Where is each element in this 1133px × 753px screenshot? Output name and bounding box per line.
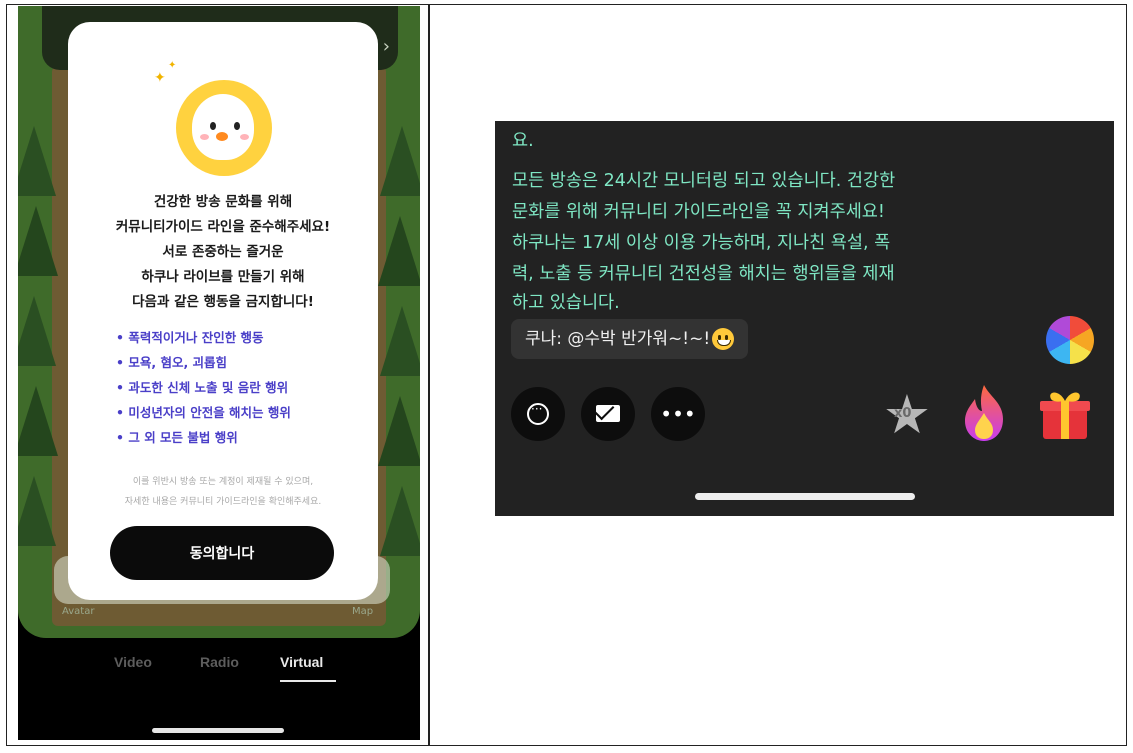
chat-button[interactable] <box>511 387 565 441</box>
notice-line: 모든 방송은 24시간 모니터링 되고 있습니다. 건강한 <box>512 171 896 191</box>
panel-divider <box>428 4 430 746</box>
grinning-emoji-icon <box>712 328 735 350</box>
tab-virtual[interactable]: Virtual <box>280 654 323 670</box>
chat-message-text: 쿠나: @수박 반가워~!~! <box>525 329 711 349</box>
chick-mascot-icon <box>176 80 272 176</box>
color-wheel-icon[interactable] <box>1046 316 1094 364</box>
tree-icon <box>18 126 56 196</box>
tree-icon <box>378 396 420 466</box>
modal-line: 커뮤니티가이드 라인을 준수해주세요! <box>115 219 331 235</box>
message-button[interactable] <box>581 387 635 441</box>
tree-icon <box>380 126 420 196</box>
tree-icon <box>18 206 58 276</box>
tab-video[interactable]: Video <box>114 654 152 670</box>
mail-icon <box>596 405 620 422</box>
rule-item: • 그 외 모든 불법 행위 <box>116 430 238 445</box>
tree-icon <box>18 296 56 366</box>
modal-line: 다음과 같은 행동을 금지합니다! <box>132 294 314 310</box>
more-button[interactable]: ••• <box>651 387 705 441</box>
sparkle-icon: ✦ <box>168 60 177 71</box>
rule-item: • 과도한 신체 노출 및 음란 행위 <box>116 380 289 395</box>
community-guideline-modal: ✦ ✦ 건강한 방송 문화를 위해 커뮤니티가이드 라인을 준수해주세요! 서로… <box>68 22 378 600</box>
fire-icon[interactable] <box>957 383 1011 443</box>
live-chat-panel: 요. 모든 방송은 24시간 모니터링 되고 있습니다. 건강한 문화를 위해 … <box>495 121 1114 516</box>
active-tab-indicator <box>280 680 336 682</box>
tree-icon <box>380 306 420 376</box>
notice-line: 력, 노출 등 커뮤니티 건전성을 해치는 행위들을 제재 <box>512 264 895 284</box>
tree-icon <box>380 486 420 556</box>
chevron-right-icon[interactable]: › <box>383 36 390 57</box>
mode-tabs: Video Radio Virtual <box>18 654 420 678</box>
notice-line: 하쿠나는 17세 이상 이용 가능하며, 지나친 욕설, 폭 <box>512 233 891 253</box>
modal-line: 하쿠나 라이브를 만들기 위해 <box>141 269 305 285</box>
rule-item: • 미성년자의 안전을 해치는 행위 <box>116 405 291 420</box>
agree-button[interactable]: 동의합니다 <box>110 526 334 580</box>
sparkle-icon: ✦ <box>154 70 166 86</box>
fine-print: 이를 위반시 방송 또는 계정이 제재될 수 있으며, <box>132 477 314 487</box>
notice-line: 요. <box>512 131 534 151</box>
home-indicator[interactable] <box>695 493 915 500</box>
left-phone-screen: › Avatar Map ✦ ✦ 건강한 방송 문화를 위해 커뮤니티가이드 라… <box>18 6 420 740</box>
home-indicator[interactable] <box>152 728 284 733</box>
more-dots-icon: ••• <box>660 402 696 426</box>
notice-line: 문화를 위해 커뮤니티 가이드라인을 꼭 지켜주세요! <box>512 202 885 222</box>
notice-line: 하고 있습니다. <box>512 293 620 313</box>
map-caption: Map <box>352 606 374 617</box>
rule-item: • 모욕, 혐오, 괴롭힘 <box>116 355 228 370</box>
tree-icon <box>18 386 58 456</box>
avatar-caption: Avatar <box>62 606 95 617</box>
fine-print: 자세한 내용은 커뮤니티 가이드라인을 확인해주세요. <box>124 497 322 507</box>
chat-message: 쿠나: @수박 반가워~!~! <box>511 319 749 359</box>
star-count-badge: x0 <box>894 406 912 421</box>
chat-bubble-icon <box>527 402 549 425</box>
rule-item: • 폭력적이거나 잔인한 행동 <box>116 330 264 345</box>
tree-icon <box>18 476 56 546</box>
tree-icon <box>378 216 420 286</box>
modal-line: 건강한 방송 문화를 위해 <box>153 194 293 210</box>
modal-line: 서로 존중하는 즐거운 <box>162 244 284 260</box>
gift-icon[interactable] <box>1039 387 1091 441</box>
tab-radio[interactable]: Radio <box>200 654 239 670</box>
